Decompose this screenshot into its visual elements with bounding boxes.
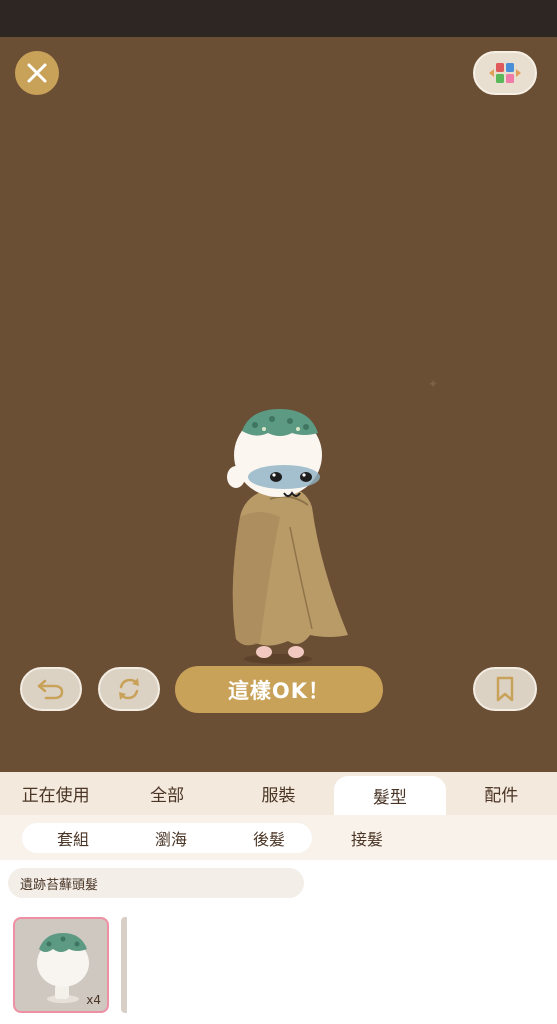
selected-item-name: 遺跡苔蘚頭髮	[8, 868, 304, 898]
sparkle-icon: ✦	[428, 377, 439, 391]
tab-hairstyle[interactable]: 髮型	[334, 776, 446, 815]
close-button[interactable]	[15, 51, 59, 95]
tab-all[interactable]: 全部	[111, 772, 222, 815]
color-palette-icon	[489, 63, 521, 83]
bookmark-button[interactable]	[473, 667, 537, 711]
tab-clothing[interactable]: 服裝	[223, 772, 334, 815]
character-avatar[interactable]	[200, 367, 370, 667]
item-card-selected[interactable]: x4	[13, 917, 109, 1013]
undo-button[interactable]	[20, 667, 82, 711]
item-count: x4	[86, 993, 101, 1007]
category-tabs: 正在使用 全部 服裝 髮型 配件	[0, 772, 557, 815]
refresh-button[interactable]	[98, 667, 160, 711]
close-icon	[27, 63, 47, 83]
tab-accessories[interactable]: 配件	[446, 772, 557, 815]
refresh-icon	[119, 678, 139, 700]
confirm-button[interactable]: 這樣OK！	[175, 666, 383, 713]
tab-in-use[interactable]: 正在使用	[0, 772, 111, 815]
bookmark-icon	[496, 676, 514, 702]
subcategory-tabs: 套組 瀏海 後髮 接髮	[0, 815, 557, 860]
preview-stage: ✦ ✦	[0, 37, 557, 772]
subtab-extensions[interactable]: 接髮	[322, 823, 412, 853]
subtab-bangs[interactable]: 瀏海	[126, 823, 216, 853]
subtab-back-hair[interactable]: 後髮	[224, 823, 314, 853]
subtab-set[interactable]: 套組	[28, 823, 118, 853]
status-bar	[0, 0, 557, 37]
color-palette-button[interactable]	[473, 51, 537, 95]
undo-icon	[37, 679, 64, 700]
item-card[interactable]	[121, 917, 127, 1013]
